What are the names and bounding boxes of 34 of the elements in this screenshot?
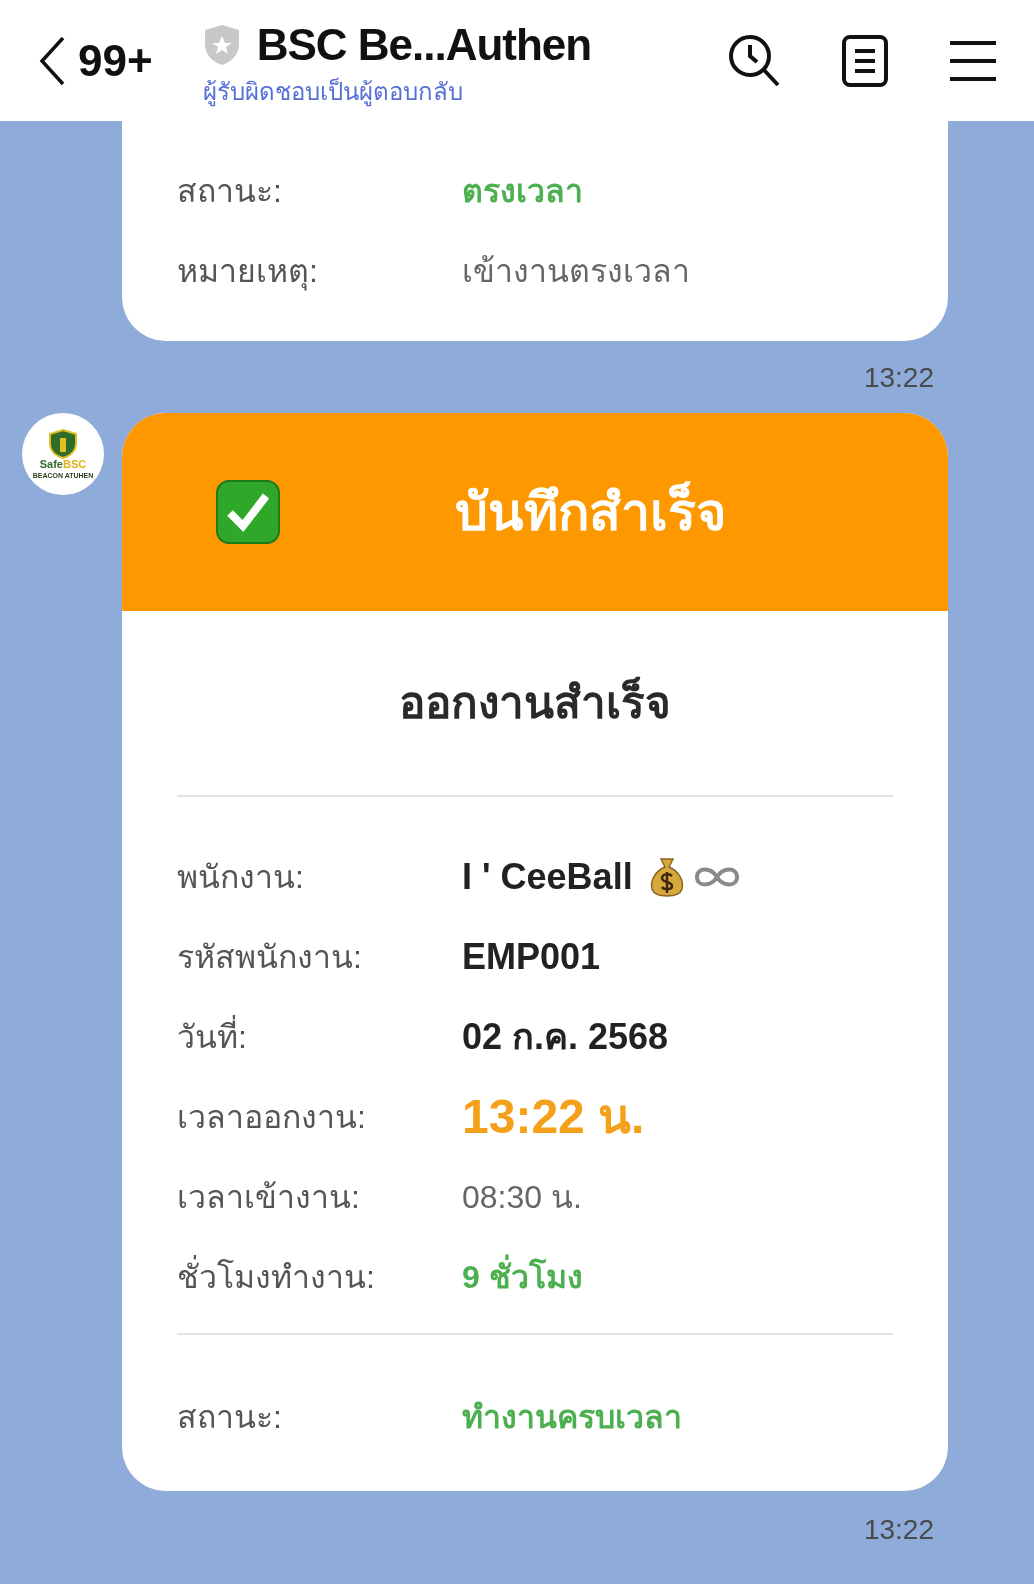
field-label: สถานะ: — [177, 1398, 283, 1437]
field-label: รหัสพนักงาน: — [177, 938, 363, 977]
message-time: 13:22 — [863, 361, 934, 395]
field-label: สถานะ: — [177, 172, 283, 211]
menu-icon[interactable] — [950, 39, 996, 82]
check-mark-icon — [216, 480, 280, 544]
chat-subtitle: ผู้รับผิดชอบเป็นผู้ตอบกลับ — [202, 76, 464, 109]
field-value: EMP001 — [462, 935, 601, 979]
back-icon — [38, 34, 66, 87]
card-heading: ออกงานสำเร็จ — [399, 675, 671, 729]
field-value: 08:30 น. — [462, 1178, 582, 1217]
field-label: ชั่วโมงทำงาน: — [177, 1253, 462, 1301]
shield-icon — [202, 23, 241, 66]
logo-text: Safe — [39, 459, 63, 470]
money-bag-icon — [648, 857, 685, 897]
search-icon[interactable] — [728, 33, 780, 88]
field-value: 9 ชั่วโมง — [462, 1253, 583, 1301]
field-value: 13:22 น. — [462, 1089, 645, 1145]
chat-title: BSC Be...Authen — [256, 18, 592, 71]
field-label: เวลาเข้างาน: — [177, 1178, 361, 1217]
field-label: วันที่: — [177, 1013, 462, 1061]
field-value: I ' CeeBall — [462, 855, 633, 899]
banner-title: บันทึกสำเร็จ — [455, 480, 726, 543]
message-time: 13:22 — [863, 1513, 934, 1547]
field-value: ตรงเวลา — [462, 172, 583, 211]
notes-icon[interactable] — [842, 34, 888, 87]
logo-text-accent: BSC — [63, 459, 87, 470]
field-value: ทำงานครบเวลา — [462, 1398, 682, 1437]
field-value: 02 ก.ค. 2568 — [462, 1015, 669, 1059]
field-label: หมายเหตุ: — [177, 252, 319, 293]
field-value: เข้างานตรงเวลา — [462, 252, 690, 291]
back-button[interactable]: 99+ — [38, 27, 153, 94]
field-label: เวลาออกงาน: — [177, 1098, 367, 1137]
field-label: พนักงาน: — [177, 858, 305, 897]
